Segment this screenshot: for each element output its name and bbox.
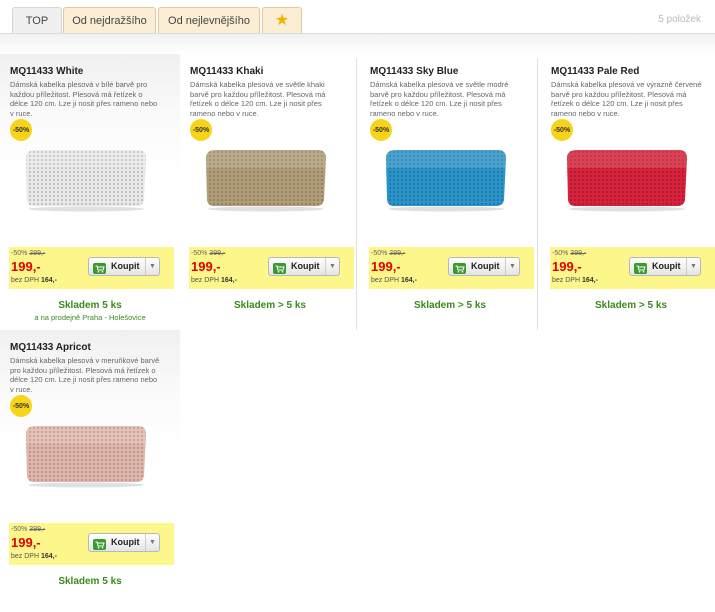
buy-button[interactable]: Koupit ▼ [448, 257, 520, 276]
product-card: MQ11433 Apricot Dámská kabelka plesová v … [0, 330, 180, 606]
product-name[interactable]: MQ11433 White [10, 66, 83, 77]
buy-button[interactable]: Koupit ▼ [88, 257, 160, 276]
product-image[interactable] [561, 142, 691, 212]
product-image[interactable] [20, 142, 150, 212]
buy-button-label: Koupit [652, 261, 681, 271]
old-price: -50% 399,- [371, 250, 406, 257]
product-image[interactable] [20, 418, 150, 488]
buy-button[interactable]: Koupit ▼ [88, 533, 160, 552]
chevron-down-icon[interactable]: ▼ [325, 258, 339, 275]
old-price: -50% 399,- [11, 526, 46, 533]
discount-badge: -50% [370, 119, 392, 141]
product-name[interactable]: MQ11433 Pale Red [551, 66, 639, 77]
item-count: 5 položek [658, 14, 701, 25]
chevron-down-icon[interactable]: ▼ [145, 534, 159, 551]
product-description: Dámská kabelka plesová v meruňkové barvě… [10, 356, 160, 394]
current-price: 199,- [11, 259, 41, 274]
discount-badge: -50% [190, 119, 212, 141]
price-box: -50% 399,- 199,- bez DPH 164,- Koupit ▼ [369, 247, 534, 289]
stock-status: Skladem > 5 ks [595, 300, 667, 311]
old-price: -50% 399,- [552, 250, 587, 257]
sort-tabs: TOP Od nejdražšího Od nejlevnějšího ★ 5 … [0, 0, 715, 34]
product-image[interactable] [380, 142, 510, 212]
price-without-vat: bez DPH 164,- [371, 277, 417, 284]
stock-status: Skladem > 5 ks [414, 300, 486, 311]
product-description: Dámská kabelka plesová ve světle khaki b… [190, 80, 326, 118]
cart-icon [453, 261, 466, 274]
product-name[interactable]: MQ11433 Sky Blue [370, 66, 458, 77]
price-without-vat: bez DPH 164,- [552, 277, 598, 284]
cart-icon [273, 261, 286, 274]
cart-icon [634, 261, 647, 274]
discount-badge: -50% [10, 119, 32, 141]
product-card: MQ11433 Khaki Dámská kabelka plesová ve s… [180, 54, 360, 330]
content-top-band [0, 34, 715, 54]
current-price: 199,- [191, 259, 221, 274]
price-box: -50% 399,- 199,- bez DPH 164,- Koupit ▼ [9, 523, 174, 565]
product-name[interactable]: MQ11433 Khaki [190, 66, 263, 77]
tab-top-label: TOP [25, 15, 49, 27]
buy-button[interactable]: Koupit ▼ [268, 257, 340, 276]
price-box: -50% 399,- 199,- bez DPH 164,- Koupit ▼ [189, 247, 354, 289]
store-availability: a na prodejně Praha - Holešovice [34, 313, 146, 322]
current-price: 199,- [371, 259, 401, 274]
chevron-down-icon[interactable]: ▼ [505, 258, 519, 275]
product-name[interactable]: MQ11433 Apricot [10, 342, 91, 353]
product-description: Dámská kabelka plesová ve výrazně červen… [551, 80, 702, 118]
buy-button-label: Koupit [111, 261, 140, 271]
stock-status: Skladem 5 ks [58, 300, 122, 311]
buy-button[interactable]: Koupit ▼ [629, 257, 701, 276]
price-box: -50% 399,- 199,- bez DPH 164,- Koupit ▼ [9, 247, 174, 289]
current-price: 199,- [11, 535, 41, 550]
price-box: -50% 399,- 199,- bez DPH 164,- Koupit ▼ [550, 247, 715, 289]
chevron-down-icon[interactable]: ▼ [145, 258, 159, 275]
product-card: MQ11433 White Dámská kabelka plesová v bí… [0, 54, 180, 330]
cart-icon [93, 537, 106, 550]
tab-cheapest-label: Od nejlevnějšího [168, 15, 250, 27]
current-price: 199,- [552, 259, 582, 274]
tab-top[interactable]: TOP [12, 7, 62, 34]
price-without-vat: bez DPH 164,- [11, 277, 57, 284]
old-price: -50% 399,- [11, 250, 46, 257]
chevron-down-icon[interactable]: ▼ [686, 258, 700, 275]
buy-button-label: Koupit [111, 537, 140, 547]
product-description: Dámská kabelka plesová v bílé barvě pro … [10, 80, 158, 118]
product-card: MQ11433 Pale Red Dámská kabelka plesová v… [541, 54, 715, 330]
product-description: Dámská kabelka plesová ve světle modré b… [370, 80, 509, 118]
product-image[interactable] [200, 142, 330, 212]
product-card: MQ11433 Sky Blue Dámská kabelka plesová v… [360, 54, 540, 330]
price-without-vat: bez DPH 164,- [11, 553, 57, 560]
stock-status: Skladem 5 ks [58, 576, 122, 587]
stock-status: Skladem > 5 ks [234, 300, 306, 311]
buy-button-label: Koupit [291, 261, 320, 271]
tab-cheapest[interactable]: Od nejlevnějšího [158, 7, 260, 34]
discount-badge: -50% [551, 119, 573, 141]
cart-icon [93, 261, 106, 274]
star-icon: ★ [274, 12, 290, 29]
tab-most-expensive[interactable]: Od nejdražšího [63, 7, 156, 34]
price-without-vat: bez DPH 164,- [191, 277, 237, 284]
tab-favorites[interactable]: ★ [262, 7, 302, 34]
buy-button-label: Koupit [471, 261, 500, 271]
tab-most-expensive-label: Od nejdražšího [72, 15, 147, 27]
discount-badge: -50% [10, 395, 32, 417]
old-price: -50% 399,- [191, 250, 226, 257]
